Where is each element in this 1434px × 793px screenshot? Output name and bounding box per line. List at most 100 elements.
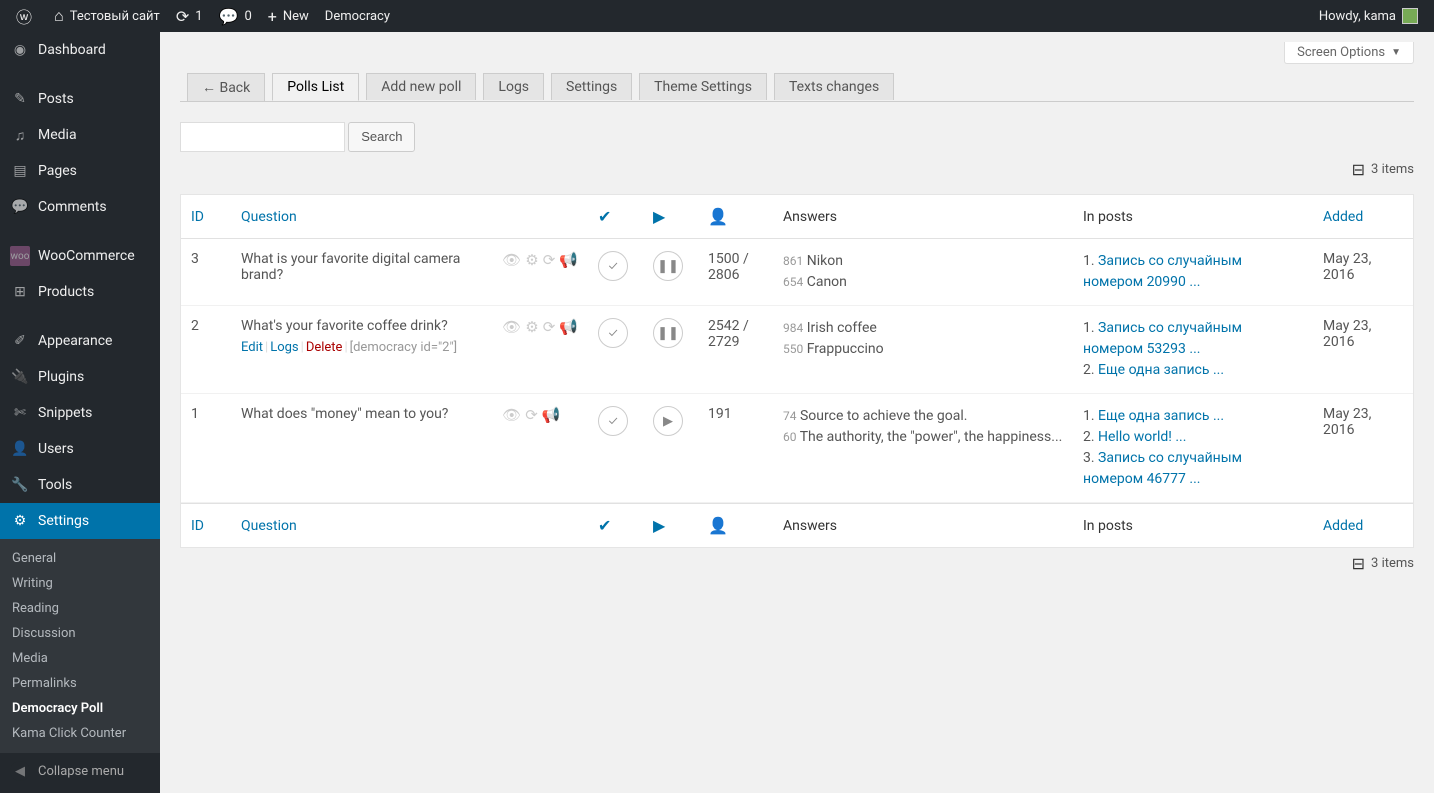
sub-discussion[interactable]: Discussion [0, 621, 160, 646]
post-link[interactable]: Hello world! ... [1098, 429, 1186, 445]
screen-options-toggle[interactable]: Screen Options ▼ [1284, 42, 1414, 64]
status-icon: ⟳ [525, 406, 538, 424]
tab-texts-changes[interactable]: Texts changes [774, 73, 894, 100]
col-in-posts: In posts [1073, 195, 1313, 239]
menu-media[interactable]: ♫Media [0, 117, 160, 153]
question-text[interactable]: What's your favorite coffee drink? [241, 318, 482, 334]
site-link[interactable]: ⌂Тестовый сайт [46, 0, 168, 32]
sub-writing[interactable]: Writing [0, 571, 160, 596]
deactivate-button[interactable]: ❚❚ [653, 251, 683, 281]
sub-permalinks[interactable]: Permalinks [0, 671, 160, 696]
cell-play: ❚❚ [643, 306, 698, 394]
user-icon[interactable]: 👤 [708, 516, 728, 535]
tab-nav: ← Back Polls List Add new poll Logs Sett… [180, 64, 1414, 102]
screen-options-label: Screen Options [1297, 45, 1385, 60]
collapse-label: Collapse menu [38, 764, 124, 779]
new-label: New [283, 9, 309, 24]
tab-polls-list[interactable]: Polls List [272, 73, 359, 101]
status-icon: ⚙ [525, 251, 538, 269]
menu-label: Products [38, 284, 94, 300]
cell-close: ✓ [588, 306, 643, 394]
edit-link[interactable]: Edit [241, 340, 263, 355]
delete-link[interactable]: Delete [306, 340, 343, 355]
close-poll-button[interactable]: ✓ [598, 406, 628, 436]
menu-users[interactable]: 👤Users [0, 431, 160, 467]
question-text[interactable]: What is your favorite digital camera bra… [241, 251, 482, 283]
democracy-link[interactable]: Democracy [317, 0, 398, 32]
menu-pages[interactable]: ▤Pages [0, 153, 160, 189]
menu-settings[interactable]: ⚙Settings [0, 503, 160, 539]
tab-logs[interactable]: Logs [483, 73, 544, 100]
scissors-icon: ✄ [10, 403, 30, 423]
menu-label: Posts [38, 91, 74, 107]
cell-id: 2 [181, 306, 231, 394]
question-text[interactable]: What does "money" mean to you? [241, 406, 482, 422]
menu-snippets[interactable]: ✄Snippets [0, 395, 160, 431]
cell-date: May 23, 2016 [1313, 394, 1413, 503]
close-poll-button[interactable]: ✓ [598, 251, 628, 281]
sub-reading[interactable]: Reading [0, 596, 160, 621]
col-status [492, 195, 588, 239]
menu-appearance[interactable]: ✐Appearance [0, 323, 160, 359]
play-icon[interactable]: ▶ [653, 207, 665, 226]
new-link[interactable]: +New [260, 0, 317, 32]
logs-link[interactable]: Logs [270, 340, 298, 355]
user-icon[interactable]: 👤 [708, 207, 728, 226]
products-icon: ⊞ [10, 282, 30, 302]
tablenav-bottom: ⊟3 items [180, 554, 1414, 584]
answer-count: 861 [783, 254, 803, 268]
sliders-icon: ⚙ [10, 511, 30, 531]
post-link[interactable]: Еще одна запись ... [1098, 408, 1224, 424]
cell-question: What is your favorite digital camera bra… [231, 239, 492, 306]
close-poll-button[interactable]: ✓ [598, 318, 628, 348]
menu-products[interactable]: ⊞ Products [0, 274, 160, 310]
page-icon: ▤ [10, 161, 30, 181]
col-added-foot[interactable]: Added [1323, 518, 1363, 534]
status-icon: 👁 [502, 251, 521, 269]
tab-theme-settings[interactable]: Theme Settings [639, 73, 767, 100]
tab-add-new-poll[interactable]: Add new poll [366, 73, 476, 100]
wp-logo[interactable]: ⓦ [8, 0, 46, 32]
menu-dashboard[interactable]: ◉Dashboard [0, 32, 160, 68]
post-index: 2. [1083, 429, 1095, 445]
sub-media[interactable]: Media [0, 646, 160, 671]
cell-votes: 1500 /2806 [698, 239, 773, 306]
sub-general[interactable]: General [0, 546, 160, 571]
check-icon[interactable]: ✔ [598, 207, 611, 226]
check-icon[interactable]: ✔ [598, 516, 611, 535]
comments-link[interactable]: 💬0 [211, 0, 260, 32]
cell-answers: 984 Irish coffee550 Frappuccino [773, 306, 1073, 394]
col-question-foot[interactable]: Question [241, 518, 297, 534]
wrench-icon: 🔧 [10, 475, 30, 495]
menu-posts[interactable]: ✎Posts [0, 81, 160, 117]
menu-plugins[interactable]: 🔌Plugins [0, 359, 160, 395]
col-voters: 👤 [698, 195, 773, 239]
tab-settings[interactable]: Settings [551, 73, 632, 100]
post-index: 2. [1083, 362, 1095, 378]
col-closed: ✔ [588, 195, 643, 239]
account-link[interactable]: Howdy, kama [1311, 0, 1426, 32]
post-link[interactable]: Запись со случайным номером 20990 ... [1083, 253, 1242, 290]
row-actions: Edit|Logs|Delete|[democracy id="2"] [241, 340, 482, 355]
deactivate-button[interactable]: ❚❚ [653, 318, 683, 348]
play-icon[interactable]: ▶ [653, 516, 665, 535]
activate-button[interactable]: ▶ [653, 406, 683, 436]
tab-back[interactable]: ← Back [187, 73, 265, 101]
menu-woocommerce[interactable]: wooWooCommerce [0, 238, 160, 274]
sub-kama-click-counter[interactable]: Kama Click Counter [0, 721, 160, 746]
collapse-menu[interactable]: ◀Collapse menu [0, 753, 160, 789]
menu-tools[interactable]: 🔧Tools [0, 467, 160, 503]
col-active: ▶ [643, 195, 698, 239]
col-id-foot[interactable]: ID [191, 518, 204, 534]
plug-icon: 🔌 [10, 367, 30, 387]
sub-democracy-poll[interactable]: Democracy Poll [0, 696, 160, 721]
search-button[interactable]: Search [348, 122, 415, 152]
updates-link[interactable]: ⟳1 [168, 0, 211, 32]
post-link[interactable]: Запись со случайным номером 46777 ... [1083, 450, 1242, 487]
search-input[interactable] [180, 122, 345, 152]
post-link[interactable]: Еще одна запись ... [1098, 362, 1224, 378]
post-link[interactable]: Запись со случайным номером 53293 ... [1083, 320, 1242, 357]
cell-close: ✓ [588, 239, 643, 306]
menu-comments[interactable]: 💬Comments [0, 189, 160, 225]
stack-icon: ⊟ [1352, 554, 1365, 573]
